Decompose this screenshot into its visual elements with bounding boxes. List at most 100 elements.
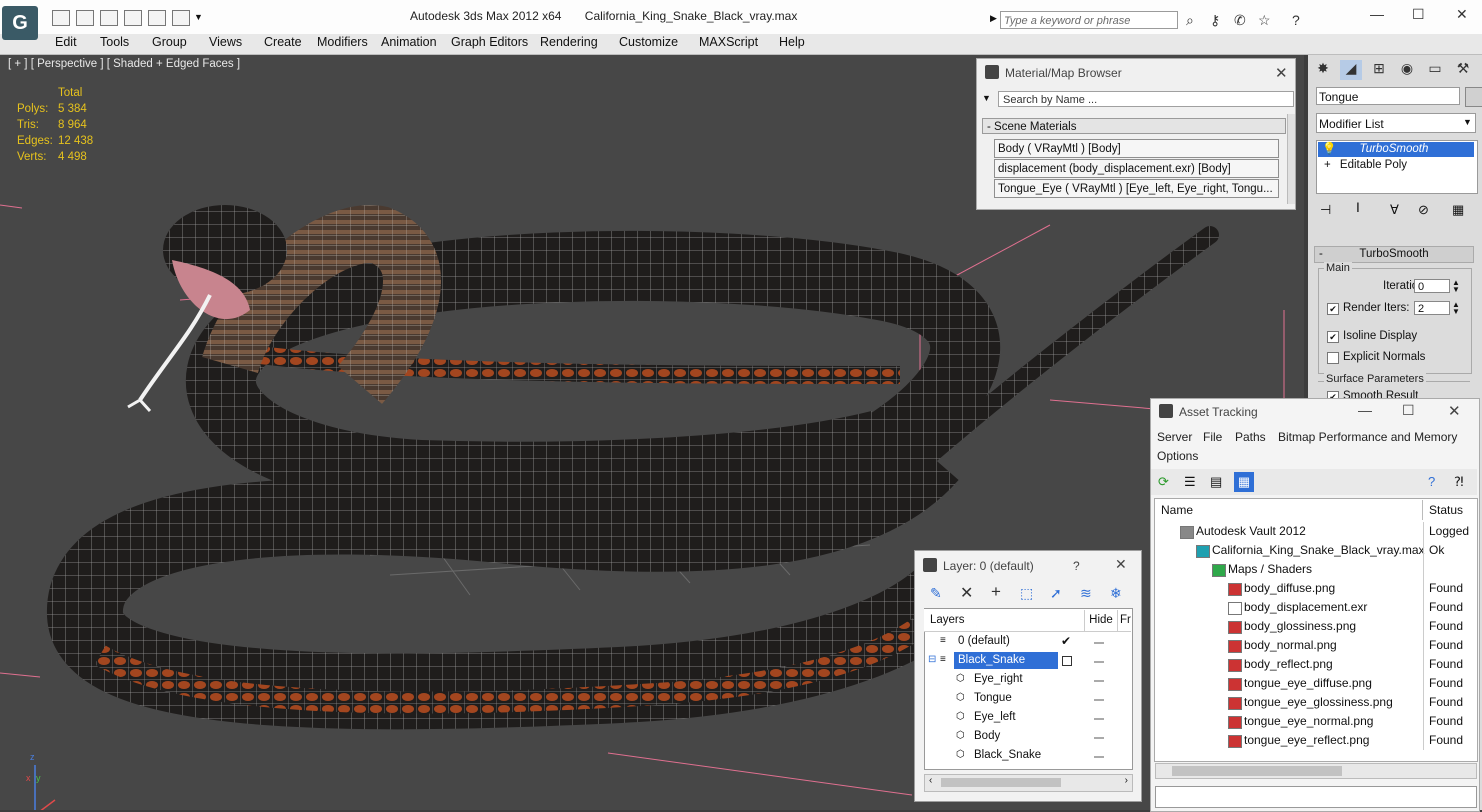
minimize-window-icon[interactable]: — bbox=[1358, 402, 1372, 418]
spinner-arrows-icon[interactable]: ▲ ▼ bbox=[1452, 279, 1460, 294]
display-tab-icon[interactable]: ▭ bbox=[1424, 60, 1446, 80]
communication-center-icon[interactable]: ✆ bbox=[1234, 12, 1246, 29]
pin-stack-icon[interactable]: ⊣ bbox=[1320, 202, 1331, 218]
menu-group[interactable]: Group bbox=[152, 35, 187, 49]
menu-edit[interactable]: Edit bbox=[55, 35, 77, 49]
menu-customize[interactable]: Customize bbox=[619, 35, 678, 49]
list-view-icon[interactable]: ☰ bbox=[1184, 474, 1196, 490]
asset-path-field[interactable] bbox=[1155, 786, 1477, 808]
turbosmooth-rollout-header[interactable]: - TurboSmooth bbox=[1314, 246, 1474, 263]
col-status-header[interactable]: Status bbox=[1424, 500, 1476, 520]
delete-layer-icon[interactable]: ✕ bbox=[960, 583, 973, 603]
col-hide-header[interactable]: Hide bbox=[1084, 610, 1118, 631]
project-folder-icon[interactable] bbox=[124, 10, 142, 26]
asset-row[interactable] bbox=[1155, 560, 1475, 579]
spinner-arrows-icon[interactable]: ▲ ▼ bbox=[1452, 301, 1460, 316]
menu-server[interactable]: Server bbox=[1157, 430, 1192, 444]
horizontal-scrollbar[interactable] bbox=[1155, 763, 1477, 779]
utilities-tab-icon[interactable]: ⚒ bbox=[1452, 60, 1474, 80]
hide-toggle[interactable] bbox=[1094, 756, 1104, 758]
add-to-layer-icon[interactable]: + bbox=[991, 582, 1001, 602]
freeze-all-layers-icon[interactable]: ❄ bbox=[1110, 585, 1122, 602]
binoculars-icon[interactable]: ⌕ bbox=[1186, 12, 1194, 29]
quick-access-dropdown-icon[interactable]: ▼ bbox=[194, 12, 203, 22]
material-item[interactable]: displacement (body_displacement.exr) [Bo… bbox=[994, 159, 1279, 178]
layer-object-item[interactable]: Body bbox=[974, 727, 1000, 746]
table-view-icon[interactable]: ▦ bbox=[1234, 472, 1254, 492]
current-layer-check-icon[interactable]: ✔ bbox=[1061, 634, 1071, 648]
browser-options-dropdown-icon[interactable]: ▼ bbox=[982, 93, 991, 103]
show-end-result-icon[interactable]: Ⅰ bbox=[1356, 200, 1360, 216]
menu-maxscript[interactable]: MAXScript bbox=[699, 35, 758, 49]
undo-icon[interactable] bbox=[148, 10, 166, 26]
menu-graph-editors[interactable]: Graph Editors bbox=[451, 35, 528, 49]
hide-toggle[interactable] bbox=[1094, 661, 1104, 663]
hide-toggle[interactable] bbox=[1094, 699, 1104, 701]
hierarchy-tab-icon[interactable]: ⊞ bbox=[1368, 60, 1390, 80]
scroll-left-icon[interactable]: ‹ bbox=[929, 775, 932, 786]
hide-all-layers-icon[interactable]: ≋ bbox=[1080, 585, 1092, 602]
stack-item-turbosmooth[interactable]: 💡 TurboSmooth bbox=[1318, 142, 1474, 157]
maximize-window-icon[interactable]: ☐ bbox=[1412, 6, 1425, 23]
select-objects-icon[interactable]: ⬚ bbox=[1020, 585, 1033, 602]
motion-tab-icon[interactable]: ◉ bbox=[1396, 60, 1418, 80]
material-item[interactable]: Tongue_Eye ( VRayMtl ) [Eye_left, Eye_ri… bbox=[994, 179, 1279, 198]
explicit-normals-checkbox[interactable] bbox=[1327, 352, 1339, 364]
object-color-swatch[interactable] bbox=[1465, 87, 1482, 107]
set-current-layer-icon[interactable] bbox=[1062, 656, 1072, 666]
minimize-window-icon[interactable]: — bbox=[1370, 6, 1384, 22]
layer-object-item[interactable]: Black_Snake bbox=[974, 746, 1041, 765]
layer-object-item[interactable]: Tongue bbox=[974, 689, 1012, 708]
favorites-star-icon[interactable]: ☆ bbox=[1258, 12, 1271, 29]
hide-toggle[interactable] bbox=[1094, 642, 1104, 644]
context-help-icon[interactable]: ⁈ bbox=[1454, 474, 1464, 490]
redo-icon[interactable] bbox=[172, 10, 190, 26]
create-tab-icon[interactable]: ✸ bbox=[1312, 60, 1334, 80]
modifier-list-dropdown[interactable]: Modifier List bbox=[1316, 113, 1476, 133]
help-icon[interactable]: ? bbox=[1292, 12, 1300, 28]
isoline-display-checkbox[interactable]: ✔ bbox=[1327, 331, 1339, 343]
iterations-spinner[interactable]: 0 bbox=[1414, 279, 1450, 293]
chevron-down-icon[interactable]: ▼ bbox=[1463, 117, 1472, 127]
scrollbar-thumb[interactable] bbox=[1172, 766, 1342, 776]
close-window-icon[interactable]: ✕ bbox=[1448, 402, 1461, 420]
menu-animation[interactable]: Animation bbox=[381, 35, 437, 49]
col-freeze-header[interactable]: Fr bbox=[1120, 614, 1131, 626]
scroll-right-icon[interactable]: › bbox=[1125, 775, 1128, 786]
layer-object-item[interactable]: Eye_right bbox=[974, 670, 1023, 689]
create-layer-icon[interactable]: ✎ bbox=[930, 585, 942, 602]
save-file-icon[interactable] bbox=[76, 10, 94, 26]
make-unique-icon[interactable]: ∀ bbox=[1390, 202, 1399, 218]
menu-tools[interactable]: Tools bbox=[100, 35, 129, 49]
col-name-header[interactable]: Name bbox=[1155, 500, 1423, 520]
close-icon[interactable]: ✕ bbox=[1275, 64, 1288, 82]
hide-toggle[interactable] bbox=[1094, 737, 1104, 739]
hide-toggle[interactable] bbox=[1094, 718, 1104, 720]
thumbnail-view-icon[interactable]: ▤ bbox=[1210, 474, 1222, 490]
scrollbar-thumb[interactable] bbox=[941, 778, 1061, 787]
menu-modifiers[interactable]: Modifiers bbox=[317, 35, 368, 49]
menu-views[interactable]: Views bbox=[209, 35, 242, 49]
material-item[interactable]: Body ( VRayMtl ) [Body] bbox=[994, 139, 1279, 158]
layer-object-item[interactable]: Eye_left bbox=[974, 708, 1016, 727]
material-search-input[interactable]: Search by Name ... bbox=[998, 91, 1294, 107]
subscription-key-icon[interactable]: ⚷ bbox=[1210, 12, 1220, 29]
close-window-icon[interactable]: ✕ bbox=[1456, 6, 1468, 23]
menu-create[interactable]: Create bbox=[264, 35, 302, 49]
menu-rendering[interactable]: Rendering bbox=[540, 35, 598, 49]
stack-item-editable-poly[interactable]: + Editable Poly bbox=[1318, 158, 1474, 173]
maximize-window-icon[interactable]: ☐ bbox=[1402, 402, 1415, 419]
configure-modifier-sets-icon[interactable]: ▦ bbox=[1452, 202, 1464, 218]
lightbulb-icon[interactable]: 💡 bbox=[1322, 143, 1336, 155]
scene-materials-header[interactable]: - Scene Materials bbox=[982, 118, 1286, 134]
material-scrollbar[interactable] bbox=[1287, 114, 1295, 204]
render-iters-checkbox[interactable]: ✔ bbox=[1327, 303, 1339, 315]
menu-file[interactable]: File bbox=[1203, 430, 1222, 444]
help-icon[interactable]: ? bbox=[1073, 559, 1080, 573]
menu-bitmap-performance[interactable]: Bitmap Performance and Memory bbox=[1278, 430, 1457, 444]
refresh-icon[interactable]: ⟳ bbox=[1158, 474, 1169, 490]
col-layers-header[interactable]: Layers bbox=[930, 614, 965, 626]
menu-help[interactable]: Help bbox=[779, 35, 805, 49]
highlight-selected-icon[interactable]: ➚ bbox=[1050, 585, 1062, 602]
close-window-icon[interactable]: ✕ bbox=[1115, 556, 1127, 573]
